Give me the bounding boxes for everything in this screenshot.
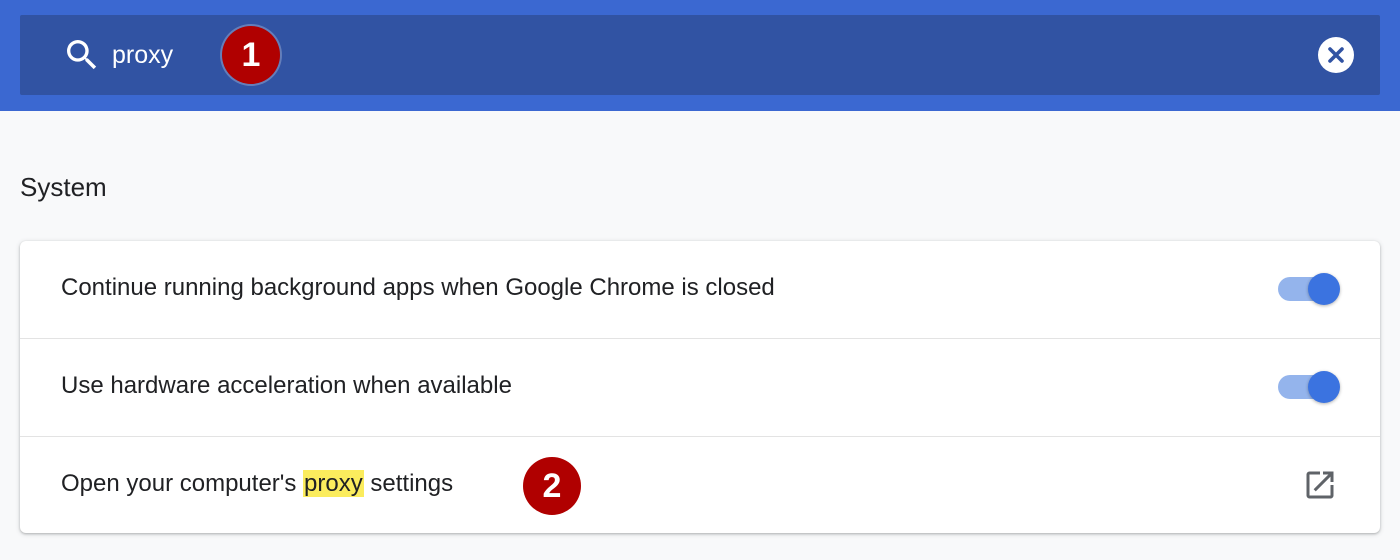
hardware-acceleration-toggle[interactable] <box>1278 371 1340 403</box>
toolbar <box>0 0 1400 111</box>
label-text-after: settings <box>363 470 454 497</box>
toggle-knob <box>1308 273 1340 305</box>
toggle-knob <box>1308 371 1340 403</box>
external-link-icon[interactable] <box>1302 467 1338 503</box>
background-apps-toggle[interactable] <box>1278 273 1340 305</box>
setting-row-background-apps[interactable]: Continue running background apps when Go… <box>20 241 1380 338</box>
setting-label: Continue running background apps when Go… <box>61 274 775 301</box>
settings-card: Continue running background apps when Go… <box>20 241 1380 533</box>
section-title: System <box>20 172 107 202</box>
callout-badge-1: 1 <box>222 26 280 84</box>
search-icon[interactable] <box>62 35 102 75</box>
clear-search-icon[interactable] <box>1318 37 1354 73</box>
search-highlight: proxy <box>303 470 364 497</box>
setting-label: Use hardware acceleration when available <box>61 372 512 399</box>
setting-label: Open your computer's proxy settings <box>61 470 453 498</box>
setting-row-hardware-acceleration[interactable]: Use hardware acceleration when available <box>20 339 1380 436</box>
search-input[interactable] <box>112 33 1292 77</box>
callout-badge-2: 2 <box>523 457 581 515</box>
label-text-before: Open your computer's <box>61 470 304 497</box>
setting-row-proxy-settings[interactable]: Open your computer's proxy settings <box>20 437 1380 533</box>
